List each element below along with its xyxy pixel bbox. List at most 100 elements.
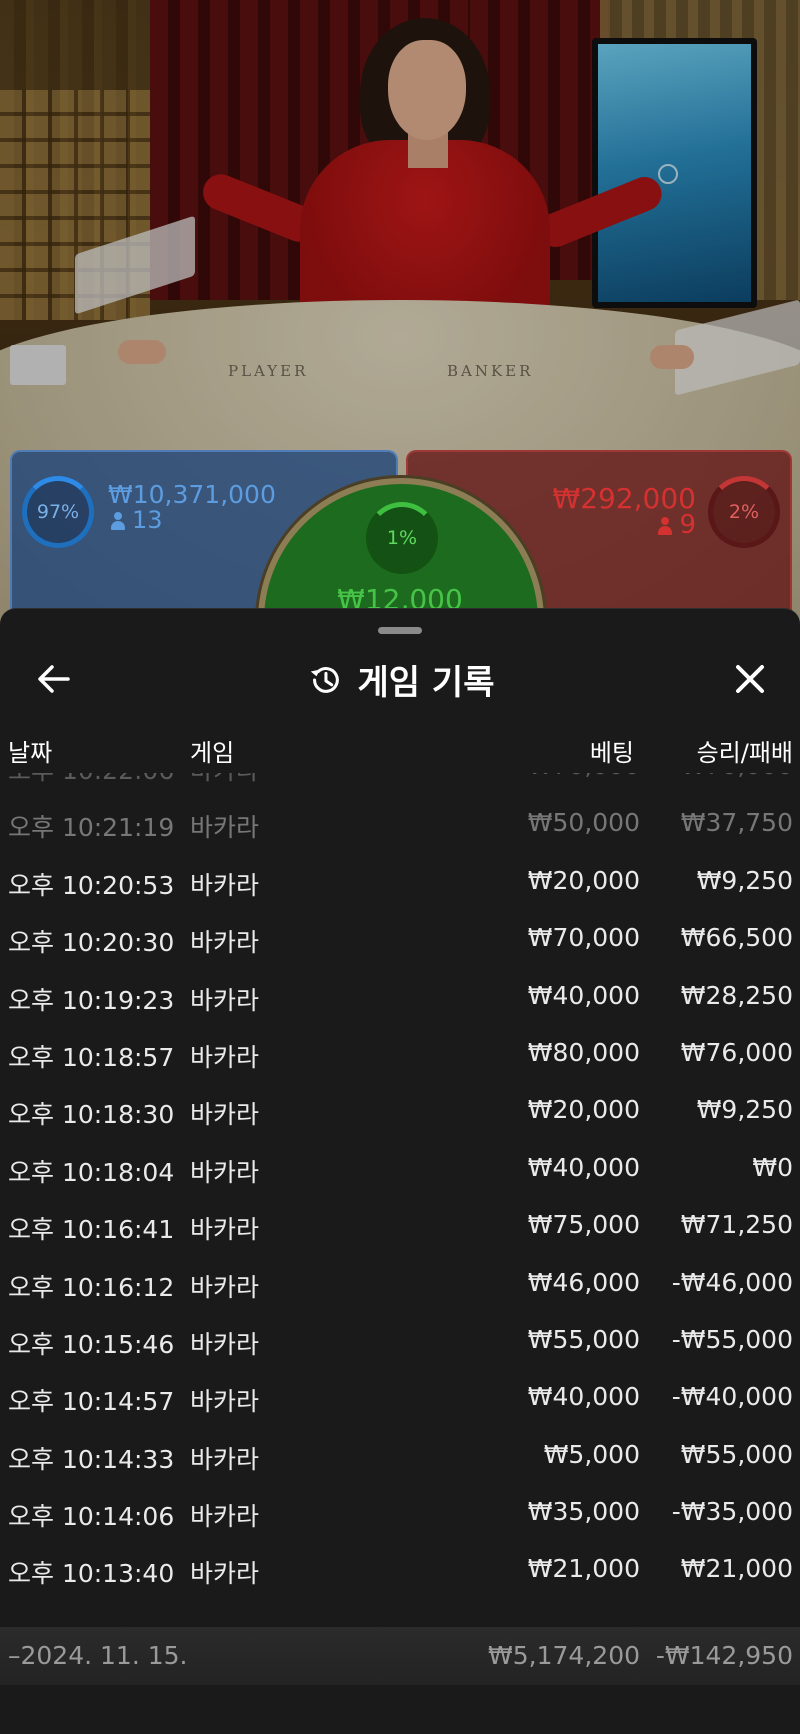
row-bet: ₩20,000 [527, 1095, 640, 1125]
row-result: -₩40,000 [671, 1382, 793, 1412]
row-time: 오후 10:22:06 [8, 773, 174, 787]
daily-total-row: –2024. 11. 15. ₩5,174,200 -₩142,950 [0, 1627, 800, 1685]
table-row[interactable]: 오후 10:22:06 바카라 ₩70,000 -₩70,000 [0, 773, 800, 794]
row-game: 바카라 [190, 1215, 260, 1245]
row-game: 바카라 [190, 870, 260, 900]
row-result: ₩66,500 [680, 923, 793, 953]
row-bet: ₩50,000 [527, 808, 640, 838]
table-row[interactable]: 오후 10:18:57 바카라 ₩80,000 ₩76,000 [0, 1024, 800, 1081]
row-time: 오후 10:16:41 [8, 1215, 175, 1245]
page-title: 게임 기록 [357, 663, 495, 703]
banker-bettor-count: 9 [657, 510, 696, 540]
table-row[interactable]: 오후 10:19:23 바카라 ₩40,000 ₩28,250 [0, 967, 800, 1024]
row-time: 오후 10:13:40 [8, 1559, 175, 1589]
player-percent-ring: 97% [22, 476, 94, 548]
total-date: –2024. 11. 15. [8, 1641, 188, 1670]
row-time: 오후 10:18:57 [8, 1042, 175, 1072]
row-game: 바카라 [190, 1502, 260, 1532]
banker-bettors: 9 [679, 510, 696, 540]
row-time: 오후 10:21:19 [8, 813, 175, 843]
row-game: 바카라 [190, 1042, 260, 1072]
total-result: -₩142,950 [655, 1641, 793, 1670]
table-row[interactable]: 오후 10:16:41 바카라 ₩75,000 ₩71,250 [0, 1196, 800, 1253]
column-header-bet: 베팅 [589, 739, 634, 767]
row-bet: ₩20,000 [527, 865, 640, 895]
row-bet: ₩40,000 [527, 1152, 640, 1182]
column-header-date: 날짜 [8, 739, 53, 767]
game-history-sheet: 게임 기록 날짜 게임 베팅 승리/패배 오후 10:22:06 바카라 ₩70,0… [0, 608, 800, 1734]
table-row[interactable]: 오후 10:18:30 바카라 ₩20,000 ₩9,250 [0, 1081, 800, 1138]
row-result: ₩76,000 [680, 1037, 793, 1067]
row-result: -₩70,000 [672, 773, 793, 780]
row-time: 오후 10:14:57 [8, 1387, 175, 1417]
player-bettor-count: 13 [110, 506, 163, 534]
table-row[interactable]: 오후 10:14:57 바카라 ₩40,000 -₩40,000 [0, 1368, 800, 1425]
row-result: ₩37,750 [680, 808, 793, 838]
row-bet: ₩80,000 [527, 1037, 640, 1067]
table-row[interactable]: 오후 10:21:19 바카라 ₩50,000 ₩37,750 [0, 794, 800, 851]
table-row[interactable]: 오후 10:14:33 바카라 ₩5,000 ₩55,000 [0, 1426, 800, 1483]
row-time: 오후 10:14:06 [8, 1502, 175, 1532]
row-bet: ₩40,000 [527, 980, 640, 1010]
table-row[interactable]: 오후 10:14:06 바카라 ₩35,000 -₩35,000 [0, 1483, 800, 1540]
row-game: 바카라 [190, 773, 259, 787]
table-row[interactable]: 오후 10:20:30 바카라 ₩70,000 ₩66,500 [0, 909, 800, 966]
history-list[interactable]: 오후 10:22:06 바카라 ₩70,000 -₩70,000 오후 10:21:19… [0, 773, 800, 1611]
row-result: -₩55,000 [671, 1324, 793, 1354]
player-bettors: 13 [132, 506, 163, 534]
row-game: 바카라 [190, 928, 260, 958]
row-result: ₩55,000 [680, 1439, 793, 1469]
row-bet: ₩70,000 [527, 923, 640, 953]
tie-percent-ring: 1% [366, 502, 438, 574]
close-button[interactable] [728, 657, 772, 701]
row-time: 오후 10:15:46 [8, 1329, 175, 1359]
row-time: 오후 10:14:33 [8, 1444, 175, 1474]
banker-percent: 2% [728, 501, 760, 523]
row-result: ₩0 [752, 1152, 793, 1182]
column-header-game: 게임 [190, 739, 235, 767]
row-bet: ₩40,000 [527, 1382, 640, 1412]
column-header-result: 승리/패배 [696, 739, 793, 767]
row-result: ₩71,250 [680, 1210, 793, 1240]
row-bet: ₩21,000 [527, 1554, 640, 1584]
row-time: 오후 10:20:53 [8, 870, 175, 900]
row-time: 오후 10:18:04 [8, 1157, 175, 1187]
person-icon [657, 516, 673, 535]
row-result: -₩35,000 [671, 1497, 793, 1527]
row-bet: ₩35,000 [527, 1497, 640, 1527]
row-result: ₩28,250 [680, 980, 793, 1010]
sheet-title: 게임 기록 [0, 655, 800, 704]
sheet-grabber[interactable] [378, 627, 422, 634]
person-icon [110, 512, 126, 530]
row-game: 바카라 [190, 1559, 260, 1589]
row-bet: ₩70,000 [528, 773, 640, 780]
player-total-bet: ₩10,371,000 [108, 480, 276, 509]
sheet-header: 게임 기록 [0, 645, 800, 709]
row-game: 바카라 [190, 985, 260, 1015]
history-icon [310, 666, 339, 693]
table-row[interactable]: 오후 10:16:12 바카라 ₩46,000 -₩46,000 [0, 1254, 800, 1311]
row-game: 바카라 [190, 813, 260, 843]
close-icon [736, 665, 764, 693]
row-time: 오후 10:20:30 [8, 928, 175, 958]
banker-percent-ring: 2% [708, 476, 780, 548]
row-bet: ₩55,000 [527, 1324, 640, 1354]
row-result: ₩21,000 [680, 1554, 793, 1584]
table-row[interactable]: 오후 10:20:53 바카라 ₩20,000 ₩9,250 [0, 852, 800, 909]
row-bet: ₩46,000 [527, 1267, 640, 1297]
table-row[interactable]: 오후 10:18:04 바카라 ₩40,000 ₩0 [0, 1139, 800, 1196]
row-time: 오후 10:16:12 [8, 1272, 175, 1302]
table-row[interactable]: 오후 10:13:40 바카라 ₩21,000 ₩21,000 [0, 1540, 800, 1597]
row-game: 바카라 [190, 1157, 260, 1187]
table-row[interactable]: 오후 10:15:46 바카라 ₩55,000 -₩55,000 [0, 1311, 800, 1368]
player-percent: 97% [36, 501, 80, 523]
row-time: 오후 10:19:23 [8, 985, 175, 1015]
row-game: 바카라 [190, 1272, 260, 1302]
row-result: ₩9,250 [696, 1095, 793, 1125]
row-game: 바카라 [190, 1387, 260, 1417]
tie-percent: 1% [386, 527, 418, 549]
row-time: 오후 10:18:30 [8, 1100, 175, 1130]
row-game: 바카라 [190, 1100, 260, 1130]
row-result: ₩9,250 [696, 865, 793, 895]
row-bet: ₩75,000 [527, 1210, 640, 1240]
